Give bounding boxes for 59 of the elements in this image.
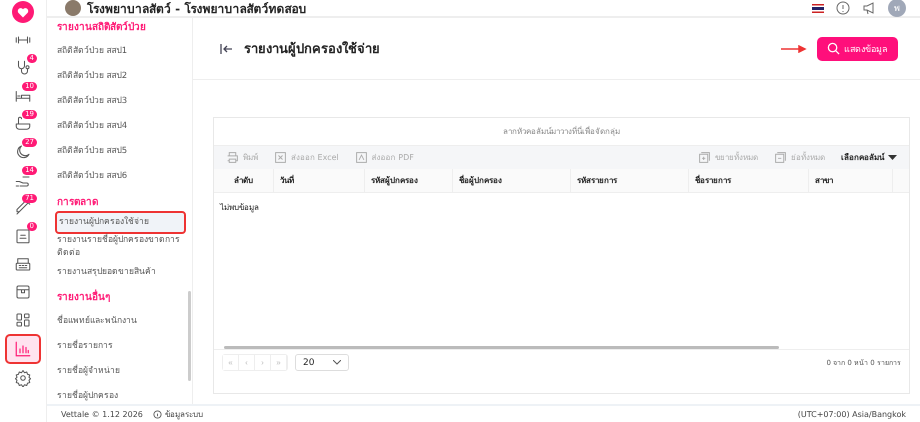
page-size-select[interactable]: 20 <box>295 354 349 371</box>
logo[interactable] <box>9 0 37 24</box>
page-title: รายงานผู้ปกครองใช้จ่าย <box>244 40 380 59</box>
version-text: Vettale © 1.12 2026 <box>61 410 143 418</box>
sidebar-item[interactable]: สถิติสัตว์ป่วย สสป1 <box>57 38 184 63</box>
rail-button[interactable] <box>7 336 39 362</box>
sidebar-item[interactable]: สถิติสัตว์ป่วย สสป6 <box>57 163 184 188</box>
scrollbar-thumb[interactable] <box>188 291 191 381</box>
annotation-arrow-icon <box>781 44 807 52</box>
timezone-text: (UTC+07:00) Asia/Bangkok <box>798 410 906 418</box>
column-header[interactable]: ชื่อรายการ <box>689 169 809 192</box>
sidebar-item[interactable]: รายงานรายชื่อผู้ปกครองขาดการติดต่อ <box>57 232 184 264</box>
hospital-title: โรงพยาบาลสัตว์ - โรงพยาบาลสัตว์ทดสอบ <box>87 0 306 18</box>
chevron-down-icon <box>333 360 341 365</box>
show-data-button[interactable]: แสดงข้อมูล <box>817 36 898 60</box>
sidebar-item[interactable]: รายงานสรุปยอดขายสินค้า <box>57 264 184 283</box>
document-icon <box>354 151 368 164</box>
sidebar-item[interactable]: สถิติสัตว์ป่วย สสป5 <box>57 138 184 163</box>
section-heading: รายงานสถิติสัตว์ป่วย <box>57 20 147 35</box>
column-header[interactable]: สาขา <box>809 169 893 192</box>
sidebar-item[interactable]: สถิติสัตว์ป่วย สสป2 <box>57 63 184 88</box>
no-data-message: ไม่พบข้อมูล <box>218 202 260 214</box>
sidebar-item[interactable]: รายชื่อผู้จำหน่าย <box>57 358 184 383</box>
settings-icon <box>14 369 32 387</box>
search-icon <box>827 42 840 55</box>
printer-icon <box>226 151 239 164</box>
column-chooser-dropdown[interactable]: เลือกคอลัมน์ <box>837 151 901 164</box>
column-header[interactable]: ลำดับ <box>214 169 274 192</box>
bathtub-icon <box>14 115 32 133</box>
collapse-sidebar-icon[interactable] <box>220 42 234 54</box>
sidebar-item[interactable]: รายชื่อผู้ปกครอง <box>57 383 184 404</box>
section-heading: การตลาด <box>57 196 99 210</box>
column-header[interactable]: รหัสรายการ <box>571 169 689 192</box>
help-icon[interactable] <box>836 1 850 15</box>
info-icon <box>152 410 162 418</box>
moon-icon <box>14 143 32 161</box>
horizontal-scrollbar[interactable] <box>224 346 779 349</box>
column-header[interactable]: ชื่อผู้ปกครอง <box>453 169 571 192</box>
expand-icon <box>698 151 711 164</box>
collapse-icon <box>774 151 787 164</box>
megaphone-icon[interactable] <box>862 1 876 15</box>
box-icon <box>14 283 32 301</box>
section-heading: รายงานอื่นๆ <box>57 288 184 308</box>
flag-icon[interactable] <box>812 4 824 12</box>
photo-placeholder <box>65 0 81 16</box>
column-header[interactable]: รหัสผู้ปกครอง <box>365 169 453 192</box>
system-info-link[interactable]: ข้อมูลระบบ <box>152 408 203 420</box>
sidebar-item[interactable]: รายชื่อรายการ <box>57 333 184 358</box>
cash-register-icon <box>14 255 32 273</box>
column-header[interactable]: วันที่ <box>274 169 365 192</box>
sidebar-item[interactable]: สถิติสัตว์ป่วย สสป3 <box>57 88 184 113</box>
clipboard-icon <box>14 227 32 245</box>
sidebar-item[interactable]: ชื่อแพทย์และพนักงาน <box>57 308 184 333</box>
grid-icon <box>14 311 32 329</box>
sidebar-item[interactable]: สถิติสัตว์ป่วย สสป4 <box>57 113 184 138</box>
caret-icon <box>888 154 897 160</box>
spreadsheet-icon <box>274 151 287 164</box>
sidebar-item[interactable]: รายงานผู้ปกครองใช้จ่าย <box>57 213 184 232</box>
bar-chart-icon <box>14 340 32 358</box>
